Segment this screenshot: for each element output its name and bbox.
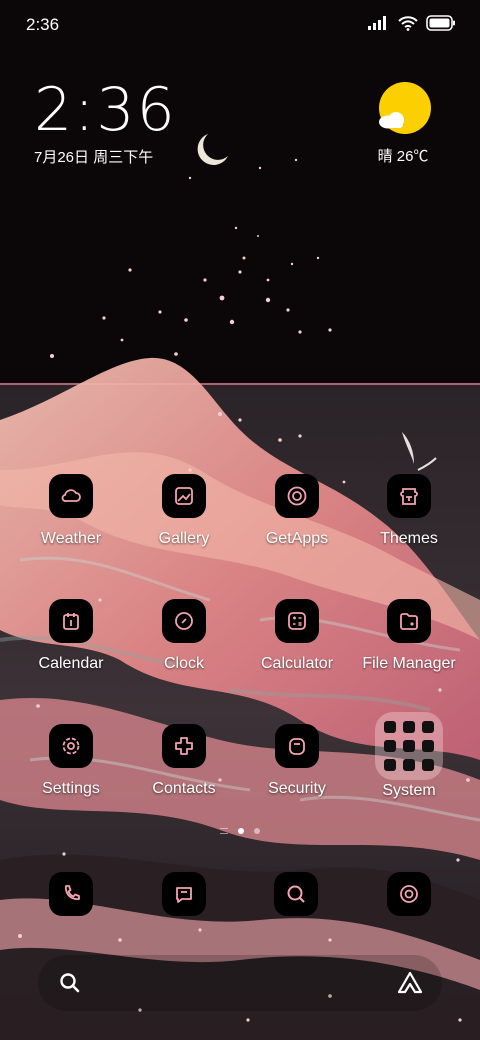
clock-time: 2:36	[34, 75, 177, 145]
page-dot-minus-one[interactable]	[220, 828, 228, 834]
app-file-manager[interactable]: File Manager	[354, 599, 464, 673]
app-calculator[interactable]: Calculator	[242, 599, 352, 673]
clock-date: 7月26日 周三下午	[34, 149, 154, 166]
themes-icon	[387, 474, 431, 518]
sunny-cloud-icon	[379, 82, 431, 134]
battery-icon	[426, 14, 456, 36]
dock-browser[interactable]	[274, 872, 318, 916]
dock-messages[interactable]	[162, 872, 206, 916]
folder-icon	[387, 599, 431, 643]
app-calendar[interactable]: Calendar	[16, 599, 126, 673]
calculator-icon	[275, 599, 319, 643]
clock-widget[interactable]: 2:36 7月26日 周三下午	[34, 78, 177, 167]
app-gallery[interactable]: Gallery	[129, 474, 239, 548]
dock-phone[interactable]	[49, 872, 93, 916]
contacts-icon	[162, 724, 206, 768]
page-dot[interactable]	[254, 828, 260, 834]
app-label: Security	[268, 780, 326, 797]
page-indicator[interactable]	[0, 828, 480, 834]
weather-text: 晴 26℃	[377, 148, 429, 165]
clock-icon	[162, 599, 206, 643]
camera-icon	[400, 885, 418, 903]
shield-icon	[275, 724, 319, 768]
system-folder-icon	[375, 712, 443, 780]
folder-system[interactable]: System	[354, 712, 464, 800]
browser-icon	[287, 885, 305, 903]
dock-camera[interactable]	[387, 872, 431, 916]
app-contacts[interactable]: Contacts	[129, 724, 239, 798]
phone-icon	[65, 885, 80, 900]
page-dot-active[interactable]	[238, 828, 244, 834]
getapps-icon	[275, 474, 319, 518]
search-bar[interactable]	[38, 955, 442, 1011]
gallery-icon	[162, 474, 206, 518]
app-themes[interactable]: Themes	[354, 474, 464, 548]
app-getapps[interactable]: GetApps	[242, 474, 352, 548]
app-label: Settings	[42, 780, 100, 797]
app-label: GetApps	[265, 530, 329, 547]
app-weather[interactable]: Weather	[16, 474, 126, 548]
app-label: Themes	[380, 530, 438, 547]
app-label: Calculator	[260, 655, 334, 672]
app-label: System	[382, 782, 436, 799]
messages-icon	[176, 887, 192, 903]
app-clock[interactable]: Clock	[129, 599, 239, 673]
weather-icon	[49, 474, 93, 518]
app-security[interactable]: Security	[242, 724, 352, 798]
app-label: Calendar	[38, 655, 104, 672]
app-label: Contacts	[152, 780, 216, 797]
gear-icon	[49, 724, 93, 768]
status-time: 2:36	[26, 15, 60, 34]
app-settings[interactable]: Settings	[16, 724, 126, 798]
home-screen: 2:36 2:36 7月26日 周三下午 晴 26℃ Weather Galle…	[0, 0, 480, 1040]
app-label: Gallery	[158, 530, 210, 547]
app-label: File Manager	[362, 655, 456, 672]
signal-icon	[368, 15, 390, 35]
search-icon[interactable]	[58, 971, 82, 1000]
status-bar: 2:36	[0, 0, 480, 50]
status-icons	[368, 14, 456, 36]
calendar-icon	[49, 599, 93, 643]
assistant-icon[interactable]	[396, 970, 424, 1001]
weather-widget[interactable]: 晴 26℃	[358, 82, 448, 166]
app-label: Clock	[163, 655, 204, 672]
wifi-icon	[398, 15, 418, 36]
app-label: Weather	[40, 530, 102, 547]
